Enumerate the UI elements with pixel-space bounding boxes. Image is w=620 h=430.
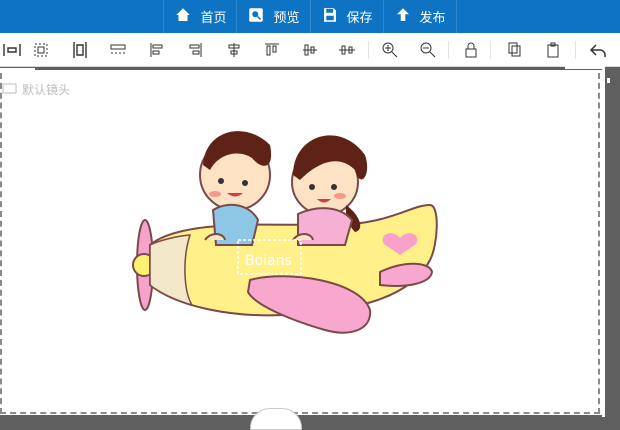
canvas-scroll-margin bbox=[603, 70, 620, 417]
publish-button[interactable]: 发布 bbox=[382, 0, 457, 33]
align-left-icon[interactable] bbox=[147, 40, 167, 60]
home-icon bbox=[174, 6, 192, 28]
align-width-icon[interactable] bbox=[108, 40, 128, 60]
save-label: 保存 bbox=[346, 11, 373, 26]
preview-icon bbox=[247, 6, 265, 28]
preview-button[interactable]: 预览 bbox=[236, 0, 309, 33]
align-middle-icon-1[interactable] bbox=[300, 40, 320, 60]
save-button[interactable]: 保存 bbox=[309, 0, 383, 33]
save-icon bbox=[321, 6, 339, 28]
canvas-scroll-handle[interactable] bbox=[250, 408, 302, 430]
publish-icon bbox=[394, 6, 412, 28]
top-navigation-bar: 首页 预览 保存 发布 bbox=[0, 0, 620, 33]
alignment-toolbar bbox=[0, 33, 620, 67]
home-label: 首页 bbox=[200, 11, 227, 26]
align-middle-icon[interactable] bbox=[337, 40, 357, 60]
undo-icon[interactable] bbox=[588, 40, 608, 60]
preview-label: 预览 bbox=[273, 11, 300, 26]
logo-text: Boians bbox=[245, 253, 292, 269]
align-horizontal-distribute-icon[interactable] bbox=[2, 40, 22, 60]
kids-airplane-illustration[interactable]: Boians bbox=[0, 70, 603, 415]
align-top-icon[interactable] bbox=[262, 40, 282, 60]
editor-canvas[interactable]: 默认镜头 Boians bbox=[0, 70, 603, 415]
align-vertical-distribute-icon[interactable] bbox=[70, 40, 90, 60]
lock-icon[interactable] bbox=[461, 40, 481, 60]
zoom-in-icon[interactable] bbox=[380, 40, 400, 60]
home-button[interactable]: 首页 bbox=[163, 0, 236, 33]
align-right-icon[interactable] bbox=[185, 40, 205, 60]
align-center-box-icon[interactable] bbox=[31, 40, 51, 60]
publish-label: 发布 bbox=[419, 11, 446, 26]
zoom-out-icon[interactable] bbox=[418, 40, 438, 60]
paste-icon[interactable] bbox=[543, 40, 563, 60]
copy-icon[interactable] bbox=[505, 40, 525, 60]
align-center-icon[interactable] bbox=[224, 40, 244, 60]
